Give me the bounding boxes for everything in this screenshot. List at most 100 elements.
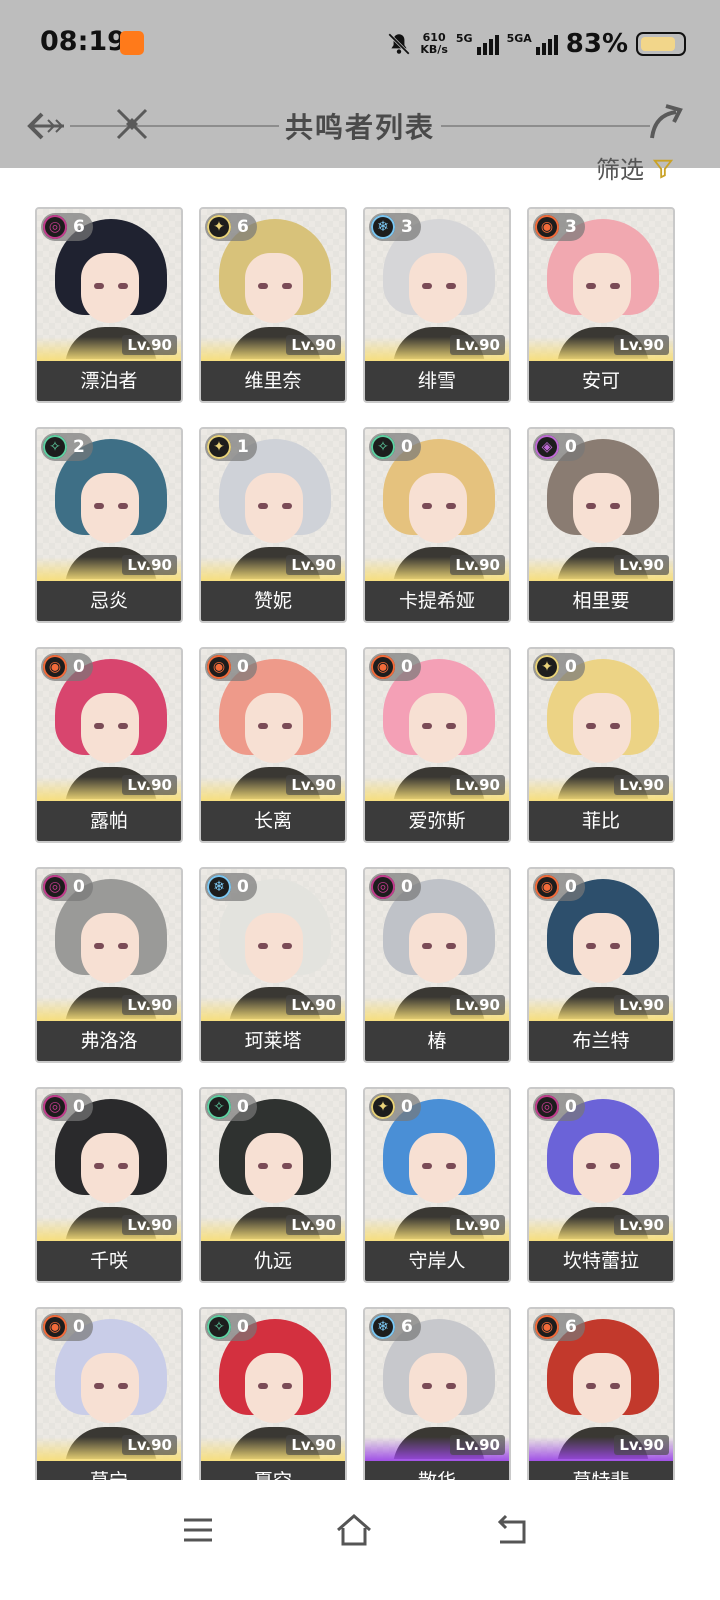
character-name: 卡提希娅 (365, 581, 509, 621)
chain-count: 0 (401, 877, 413, 897)
chain-count: 6 (237, 217, 249, 237)
chain-badge: ◎ 0 (41, 1093, 93, 1121)
chain-badge: ✧ 0 (205, 1093, 257, 1121)
glacio-attribute-icon: ❄ (371, 215, 395, 239)
character-grid: Lv.90 ◎ 6 漂泊者 Lv.90 ✦ 6 维里奈 Lv.90 ❄ 3 绯雪 Lv.90 ◉ 3 安可 Lv… (35, 207, 687, 1503)
character-card[interactable]: Lv.90 ◎ 0 弗洛洛 (35, 867, 183, 1063)
mute-bell-icon (388, 33, 411, 55)
portrait-face (573, 253, 631, 323)
character-name: 忌炎 (37, 581, 181, 621)
character-card[interactable]: Lv.90 ◉ 0 长离 (199, 647, 347, 843)
character-card[interactable]: Lv.90 ✦ 1 赞妮 (199, 427, 347, 623)
character-card[interactable]: Lv.90 ◎ 0 椿 (363, 867, 511, 1063)
character-card[interactable]: Lv.90 ◉ 0 布兰特 (527, 867, 675, 1063)
portrait-face (409, 693, 467, 763)
character-card[interactable]: Lv.90 ◎ 0 坎特蕾拉 (527, 1087, 675, 1283)
chain-count: 0 (73, 1097, 85, 1117)
aero-attribute-icon: ✧ (371, 435, 395, 459)
character-card[interactable]: Lv.90 ◎ 0 千咲 (35, 1087, 183, 1283)
character-card[interactable]: Lv.90 ✦ 0 守岸人 (363, 1087, 511, 1283)
status-time: 08:19 (40, 26, 126, 57)
signal2-label: 5GA (506, 31, 532, 45)
spectro-attribute-icon: ✦ (207, 435, 231, 459)
portrait-face (409, 253, 467, 323)
level-label: Lv.90 (286, 1435, 341, 1455)
character-card[interactable]: Lv.90 ✦ 6 维里奈 (199, 207, 347, 403)
character-card[interactable]: Lv.90 ❄ 3 绯雪 (363, 207, 511, 403)
portrait-face (409, 1353, 467, 1423)
chain-badge: ◉ 0 (533, 873, 585, 901)
portrait-face (245, 913, 303, 983)
level-label: Lv.90 (286, 995, 341, 1015)
portrait-face (409, 1133, 467, 1203)
character-card[interactable]: Lv.90 ✧ 0 卡提希娅 (363, 427, 511, 623)
portrait-face (573, 1133, 631, 1203)
filter-label: 筛选 (596, 156, 644, 184)
portrait-face (245, 1353, 303, 1423)
level-label: Lv.90 (614, 1215, 669, 1235)
battery-percent: 83% (565, 29, 628, 59)
chain-count: 3 (401, 217, 413, 237)
signal-icon (476, 33, 499, 55)
character-card[interactable]: Lv.90✧0夏空 (199, 1307, 347, 1503)
chain-count: 6 (565, 1317, 577, 1337)
portrait-face (245, 693, 303, 763)
character-name: 仇远 (201, 1241, 345, 1281)
chain-badge: ◉ 3 (533, 213, 585, 241)
havoc-attribute-icon: ◎ (43, 1095, 67, 1119)
level-label: Lv.90 (122, 775, 177, 795)
character-card[interactable]: Lv.90❄6散华 (363, 1307, 511, 1503)
level-label: Lv.90 (614, 335, 669, 355)
character-card[interactable]: Lv.90 ✧ 0 仇远 (199, 1087, 347, 1283)
fusion-attribute-icon: ◉ (535, 1315, 559, 1339)
character-card[interactable]: Lv.90◉0莫宁 (35, 1307, 183, 1503)
character-name: 菲比 (529, 801, 673, 841)
character-card[interactable]: Lv.90◉6莫特斐 (527, 1307, 675, 1503)
filter-icon (652, 159, 674, 179)
filter-button[interactable]: 筛选 (596, 150, 674, 185)
character-name: 守岸人 (365, 1241, 509, 1281)
menu-icon[interactable] (176, 1508, 220, 1552)
back-icon[interactable] (490, 1508, 534, 1552)
chain-badge: ✧ 0 (205, 1313, 257, 1341)
chain-badge: ✦ 1 (205, 433, 257, 461)
chain-count: 6 (73, 217, 85, 237)
chain-count: 0 (401, 1097, 413, 1117)
chain-badge: ✧ 2 (41, 433, 93, 461)
level-label: Lv.90 (450, 335, 505, 355)
level-label: Lv.90 (450, 775, 505, 795)
chain-badge: ◉ 0 (41, 653, 93, 681)
level-label: Lv.90 (614, 775, 669, 795)
chain-count: 0 (565, 877, 577, 897)
character-card[interactable]: Lv.90 ✦ 0 菲比 (527, 647, 675, 843)
home-icon[interactable] (332, 1508, 376, 1552)
chain-count: 0 (73, 657, 85, 677)
status-icons: 610 KB/s 5G 5GA 83% (386, 26, 686, 62)
character-card[interactable]: Lv.90 ❄ 0 珂莱塔 (199, 867, 347, 1063)
chain-count: 0 (73, 1317, 85, 1337)
taobao-app-icon (120, 31, 144, 55)
chain-badge: ◉ 0 (41, 1313, 93, 1341)
glacio-attribute-icon: ❄ (371, 1315, 395, 1339)
character-card[interactable]: Lv.90 ✧ 2 忌炎 (35, 427, 183, 623)
character-name: 维里奈 (201, 361, 345, 401)
character-card[interactable]: Lv.90 ◎ 6 漂泊者 (35, 207, 183, 403)
fusion-attribute-icon: ◉ (535, 215, 559, 239)
character-card[interactable]: Lv.90 ◉ 0 爱弥斯 (363, 647, 511, 843)
level-label: Lv.90 (614, 555, 669, 575)
character-card[interactable]: Lv.90 ◈ 0 相里要 (527, 427, 675, 623)
level-label: Lv.90 (450, 1435, 505, 1455)
character-card[interactable]: Lv.90 ◉ 0 露帕 (35, 647, 183, 843)
chain-count: 1 (237, 437, 249, 457)
fusion-attribute-icon: ◉ (535, 875, 559, 899)
spectro-attribute-icon: ✦ (371, 1095, 395, 1119)
character-name: 椿 (365, 1021, 509, 1061)
level-label: Lv.90 (122, 1215, 177, 1235)
chain-badge: ✧ 0 (369, 433, 421, 461)
character-name: 相里要 (529, 581, 673, 621)
character-card[interactable]: Lv.90 ◉ 3 安可 (527, 207, 675, 403)
portrait-face (81, 693, 139, 763)
portrait-face (573, 693, 631, 763)
character-name: 布兰特 (529, 1021, 673, 1061)
chain-count: 0 (565, 657, 577, 677)
